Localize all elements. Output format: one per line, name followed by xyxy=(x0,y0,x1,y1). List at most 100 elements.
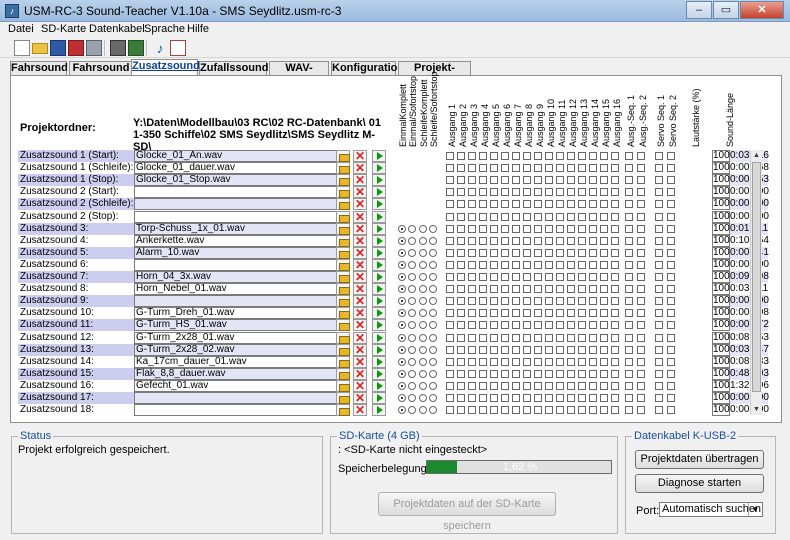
output-checkbox[interactable] xyxy=(468,164,476,173)
file-field[interactable] xyxy=(134,186,347,199)
scroll-down-icon[interactable]: ▼ xyxy=(751,404,762,415)
mode-radio[interactable] xyxy=(429,248,437,257)
output-checkbox[interactable] xyxy=(512,297,520,306)
output-checkbox[interactable] xyxy=(567,176,575,185)
output-checkbox[interactable] xyxy=(600,273,608,281)
seq-checkbox[interactable] xyxy=(625,164,633,173)
volume-field[interactable]: 100 xyxy=(712,210,730,223)
output-checkbox[interactable] xyxy=(589,224,597,233)
output-checkbox[interactable] xyxy=(534,260,542,269)
servo-checkbox[interactable] xyxy=(667,345,675,354)
mode-radio[interactable] xyxy=(398,333,406,342)
servo-checkbox[interactable] xyxy=(667,176,675,185)
open-folder-icon[interactable] xyxy=(336,367,350,380)
output-checkbox[interactable] xyxy=(468,152,476,160)
output-checkbox[interactable] xyxy=(534,285,542,294)
servo-checkbox[interactable] xyxy=(667,394,675,402)
output-checkbox[interactable] xyxy=(545,212,553,221)
output-checkbox[interactable] xyxy=(589,273,597,281)
open-folder-icon[interactable] xyxy=(336,319,350,332)
output-checkbox[interactable] xyxy=(490,394,498,402)
output-checkbox[interactable] xyxy=(457,309,465,318)
mode-radio[interactable] xyxy=(419,236,427,245)
output-checkbox[interactable] xyxy=(534,164,542,173)
servo-checkbox[interactable] xyxy=(655,321,663,330)
output-checkbox[interactable] xyxy=(589,369,597,378)
menu-sprache[interactable]: Sprache xyxy=(144,23,185,35)
servo-checkbox[interactable] xyxy=(667,152,675,160)
output-checkbox[interactable] xyxy=(512,321,520,330)
seq-checkbox[interactable] xyxy=(637,176,645,185)
play-icon[interactable] xyxy=(372,295,386,308)
delete-icon[interactable]: ✕ xyxy=(353,343,367,356)
output-checkbox[interactable] xyxy=(534,248,542,257)
mode-radio[interactable] xyxy=(398,406,406,415)
volume-field[interactable]: 100 xyxy=(712,186,730,199)
output-checkbox[interactable] xyxy=(578,394,586,402)
output-checkbox[interactable] xyxy=(457,152,465,160)
output-checkbox[interactable] xyxy=(446,224,454,233)
output-checkbox[interactable] xyxy=(567,297,575,306)
output-checkbox[interactable] xyxy=(446,248,454,257)
output-checkbox[interactable] xyxy=(479,224,487,233)
output-checkbox[interactable] xyxy=(468,369,476,378)
output-checkbox[interactable] xyxy=(611,297,619,306)
output-checkbox[interactable] xyxy=(479,309,487,318)
servo-checkbox[interactable] xyxy=(667,381,675,390)
file-field[interactable] xyxy=(134,210,347,223)
output-checkbox[interactable] xyxy=(534,188,542,197)
mode-radio[interactable] xyxy=(429,224,437,233)
output-checkbox[interactable] xyxy=(589,381,597,390)
output-checkbox[interactable] xyxy=(600,200,608,209)
mode-radio[interactable] xyxy=(419,333,427,342)
open-folder-icon[interactable] xyxy=(336,355,350,368)
output-checkbox[interactable] xyxy=(468,394,476,402)
output-checkbox[interactable] xyxy=(457,297,465,306)
output-checkbox[interactable] xyxy=(501,381,509,390)
output-checkbox[interactable] xyxy=(556,260,564,269)
output-checkbox[interactable] xyxy=(501,369,509,378)
output-checkbox[interactable] xyxy=(468,212,476,221)
output-checkbox[interactable] xyxy=(468,381,476,390)
output-checkbox[interactable] xyxy=(523,357,531,366)
output-checkbox[interactable] xyxy=(479,176,487,185)
output-checkbox[interactable] xyxy=(512,260,520,269)
servo-checkbox[interactable] xyxy=(667,188,675,197)
output-checkbox[interactable] xyxy=(457,200,465,209)
output-checkbox[interactable] xyxy=(534,381,542,390)
output-checkbox[interactable] xyxy=(578,357,586,366)
output-checkbox[interactable] xyxy=(523,285,531,294)
output-checkbox[interactable] xyxy=(567,188,575,197)
seq-checkbox[interactable] xyxy=(637,369,645,378)
output-checkbox[interactable] xyxy=(578,236,586,245)
output-checkbox[interactable] xyxy=(468,309,476,318)
servo-checkbox[interactable] xyxy=(667,406,675,415)
output-checkbox[interactable] xyxy=(556,369,564,378)
file-field[interactable] xyxy=(134,198,347,211)
output-checkbox[interactable] xyxy=(567,285,575,294)
seq-checkbox[interactable] xyxy=(637,152,645,160)
output-checkbox[interactable] xyxy=(578,200,586,209)
servo-checkbox[interactable] xyxy=(667,333,675,342)
delete-icon[interactable]: ✕ xyxy=(353,331,367,344)
seq-checkbox[interactable] xyxy=(625,260,633,269)
output-checkbox[interactable] xyxy=(523,381,531,390)
play-icon[interactable] xyxy=(372,271,386,283)
output-checkbox[interactable] xyxy=(523,345,531,354)
output-checkbox[interactable] xyxy=(501,176,509,185)
mode-radio[interactable] xyxy=(429,285,437,294)
delete-icon[interactable]: ✕ xyxy=(353,210,367,223)
output-checkbox[interactable] xyxy=(512,152,520,160)
music-note-icon[interactable]: ♪ xyxy=(152,40,168,56)
file-field[interactable]: Torp-Schuss_1x_01.wav xyxy=(134,222,347,235)
play-icon[interactable] xyxy=(372,234,386,247)
seq-checkbox[interactable] xyxy=(637,345,645,354)
file-field[interactable]: Ka_17cm_dauer_01.wav xyxy=(134,355,347,368)
open-folder-icon[interactable] xyxy=(336,198,350,211)
output-checkbox[interactable] xyxy=(611,381,619,390)
output-checkbox[interactable] xyxy=(545,285,553,294)
output-checkbox[interactable] xyxy=(468,406,476,415)
servo-checkbox[interactable] xyxy=(667,309,675,318)
output-checkbox[interactable] xyxy=(567,200,575,209)
mode-radio[interactable] xyxy=(398,321,406,330)
